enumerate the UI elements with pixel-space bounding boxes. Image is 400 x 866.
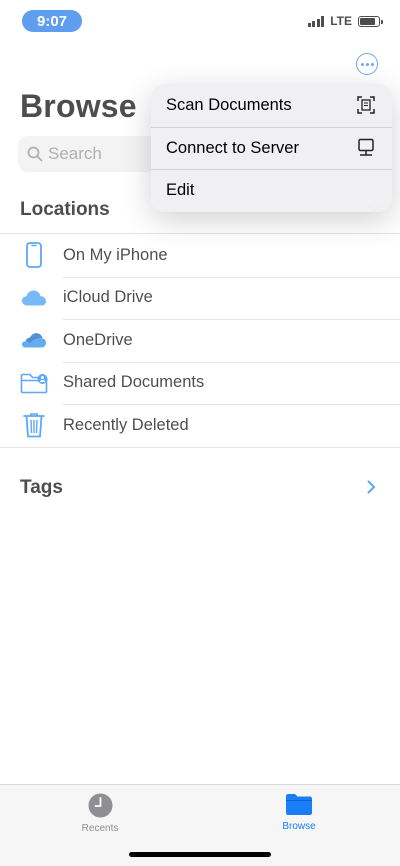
- onedrive-icon: [20, 326, 48, 354]
- location-label: On My iPhone: [63, 245, 168, 264]
- location-label: Shared Documents: [63, 373, 205, 392]
- tab-recents[interactable]: Recents: [50, 793, 150, 834]
- location-shared-documents[interactable]: Shared Documents: [0, 361, 400, 405]
- menu-item-connect-to-server[interactable]: Connect to Server: [151, 126, 392, 170]
- battery-icon: [358, 15, 383, 27]
- menu-item-label: Scan Documents: [166, 95, 292, 114]
- cellular-signal-icon: [307, 15, 325, 27]
- files-browse-screen: 9:07 LTE Browse Locations: [0, 0, 400, 866]
- trash-icon: [20, 411, 48, 439]
- clock-icon: [88, 793, 112, 818]
- location-on-my-iphone[interactable]: On My iPhone: [0, 234, 400, 277]
- chevron-right-icon[interactable]: [367, 480, 376, 494]
- location-label: Recently Deleted: [63, 415, 189, 434]
- shared-folder-icon: [20, 369, 48, 397]
- location-recently-deleted[interactable]: Recently Deleted: [0, 404, 400, 447]
- menu-item-label: Edit: [166, 181, 195, 200]
- iphone-icon: [20, 241, 48, 269]
- location-icloud-drive[interactable]: iCloud Drive: [0, 276, 400, 320]
- more-options-menu: Scan Documents Connect to Server Edit: [151, 84, 392, 212]
- folder-icon: [286, 794, 312, 815]
- tags-header: Tags: [20, 477, 63, 498]
- scan-document-icon: [357, 96, 375, 114]
- location-label: iCloud Drive: [63, 288, 153, 307]
- location-onedrive[interactable]: OneDrive: [0, 319, 400, 362]
- tab-browse[interactable]: Browse: [249, 793, 349, 832]
- tags-section[interactable]: Tags: [0, 466, 400, 510]
- menu-item-scan-documents[interactable]: Scan Documents: [151, 84, 392, 127]
- locations-header: Locations: [20, 199, 110, 220]
- network-type: LTE: [330, 14, 352, 28]
- more-options-button[interactable]: [356, 53, 378, 75]
- page-title: Browse: [20, 88, 137, 124]
- tab-label: Browse: [282, 821, 316, 832]
- menu-item-label: Connect to Server: [166, 138, 299, 157]
- server-display-icon: [357, 138, 375, 158]
- location-label: OneDrive: [63, 330, 133, 349]
- status-bar: 9:07 LTE: [0, 0, 400, 44]
- menu-item-edit[interactable]: Edit: [151, 169, 392, 212]
- locations-list: On My iPhone iCloud Drive OneDrive Share…: [0, 233, 400, 448]
- status-time[interactable]: 9:07: [22, 10, 82, 32]
- search-icon: [27, 146, 43, 162]
- home-indicator[interactable]: [129, 852, 271, 857]
- status-indicators: LTE: [307, 14, 383, 28]
- tab-label: Recents: [81, 823, 119, 834]
- icloud-icon: [20, 284, 48, 312]
